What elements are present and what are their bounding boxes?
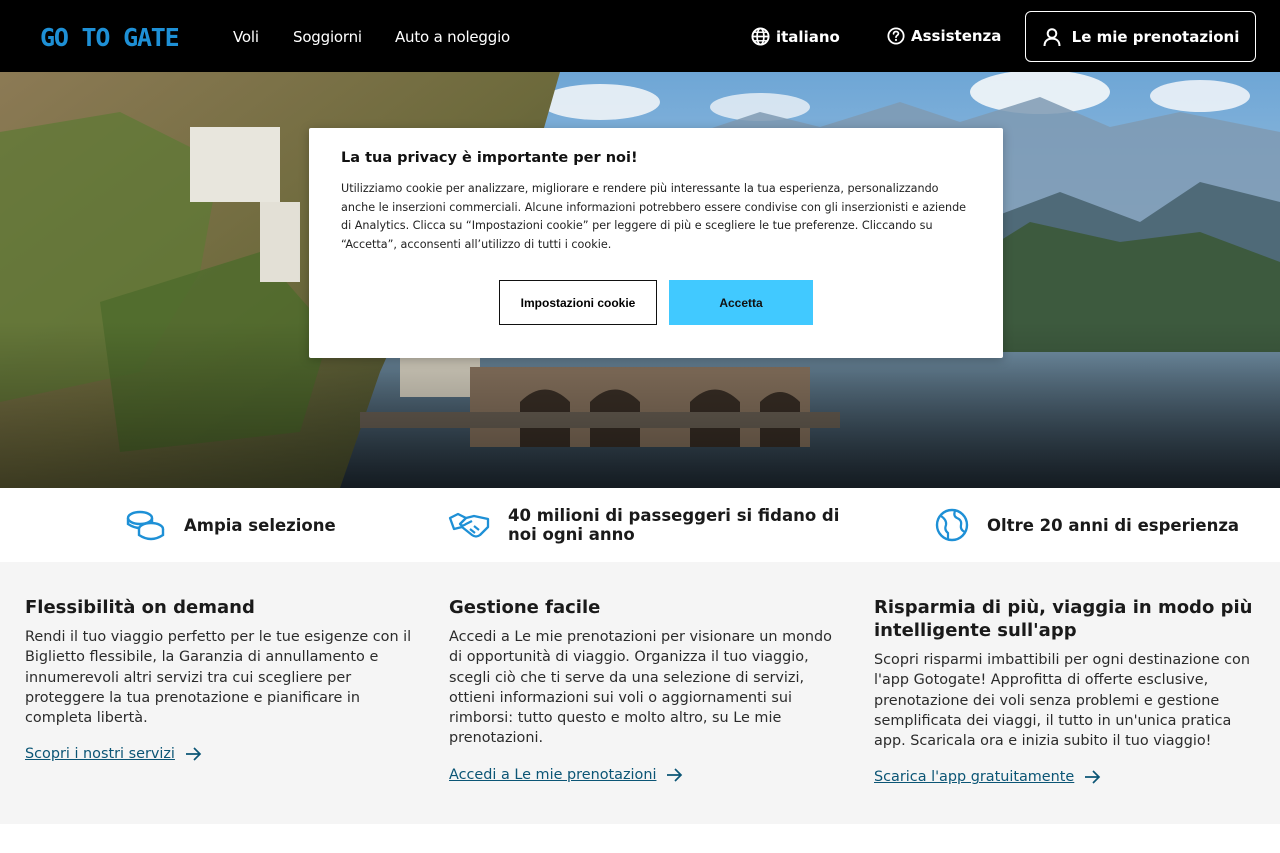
trust-text: Oltre 20 anni di esperienza — [987, 515, 1240, 535]
cookie-dialog-title: La tua privacy è importante per noi! — [341, 150, 638, 166]
feature-easy-management: Gestione facile Accedi a Le mie prenotaz… — [449, 596, 847, 783]
nav-flights[interactable]: Voli — [233, 28, 259, 46]
access-bookings-link[interactable]: Accedi a Le mie prenotazioni — [449, 767, 683, 783]
feature-text: Scopri risparmi imbattibili per ogni des… — [874, 652, 1250, 750]
feature-title: Flessibilità on demand — [25, 597, 255, 618]
trust-bar: Ampia selezione 40 milioni di passeggeri… — [0, 488, 1280, 562]
accept-cookies-button[interactable]: Accetta — [669, 280, 813, 325]
feature-text: Accedi a Le mie prenotazioni per visiona… — [449, 629, 832, 747]
language-selector[interactable]: italiano — [751, 27, 840, 46]
arrow-right-icon — [185, 747, 202, 762]
arrow-right-icon — [1085, 770, 1101, 785]
trust-item-experience: Oltre 20 anni di esperienza — [935, 508, 1239, 542]
feature-app: Risparmia di più, viaggia in modo più in… — [874, 596, 1256, 785]
gotogate-logo[interactable]: GO TO GATE — [40, 24, 192, 50]
my-bookings-label: Le mie prenotazioni — [1071, 27, 1240, 46]
top-navigation-bar: GO TO GATE Voli Soggiorni Auto a noleggi… — [0, 0, 1280, 72]
trust-text: 40 milioni di passeggeri si fidano di no… — [508, 506, 840, 544]
arrow-right-icon — [667, 768, 683, 782]
question-circle-icon — [887, 27, 905, 45]
link-label: Scarica l'app gratuitamente — [874, 769, 1075, 786]
nav-car-rental[interactable]: Auto a noleggio — [395, 28, 510, 46]
cookie-dialog-text: Utilizziamo cookie per analizzare, migli… — [341, 182, 967, 251]
svg-text:GO TO GATE: GO TO GATE — [40, 24, 179, 50]
cookie-dialog-actions: Impostazioni cookie Accetta — [309, 280, 1003, 325]
nav-stays[interactable]: Soggiorni — [293, 28, 362, 46]
trust-item-passengers: 40 milioni di passeggeri si fidano di no… — [448, 506, 868, 544]
help-label: Assistenza — [911, 27, 1002, 45]
discover-services-link[interactable]: Scopri i nostri servizi — [25, 746, 202, 762]
language-label: italiano — [776, 27, 840, 46]
my-bookings-button[interactable]: Le mie prenotazioni — [1025, 11, 1256, 62]
cookie-settings-button[interactable]: Impostazioni cookie — [499, 280, 657, 325]
globe-icon — [751, 27, 770, 46]
trust-item-selection: Ampia selezione — [125, 508, 336, 542]
feature-title: Gestione facile — [449, 597, 601, 618]
link-label: Scopri i nostri servizi — [25, 746, 175, 763]
feature-flexibility: Flessibilità on demand Rendi il tuo viag… — [25, 596, 425, 762]
download-app-link[interactable]: Scarica l'app gratuitamente — [874, 769, 1101, 785]
feature-text: Rendi il tuo viaggio perfetto per le tue… — [25, 629, 412, 727]
features-section: Flessibilità on demand Rendi il tuo viag… — [0, 562, 1280, 824]
cookie-consent-dialog: La tua privacy è importante per noi! Uti… — [309, 128, 1003, 358]
coins-icon — [126, 510, 165, 541]
globe-icon — [935, 508, 969, 542]
link-label: Accedi a Le mie prenotazioni — [449, 766, 657, 783]
feature-title: Risparmia di più, viaggia in modo più in… — [874, 597, 1253, 641]
trust-text: Ampia selezione — [184, 515, 336, 535]
help-link[interactable]: Assistenza — [887, 27, 1001, 45]
handshake-icon — [448, 512, 490, 538]
user-icon — [1043, 27, 1061, 46]
